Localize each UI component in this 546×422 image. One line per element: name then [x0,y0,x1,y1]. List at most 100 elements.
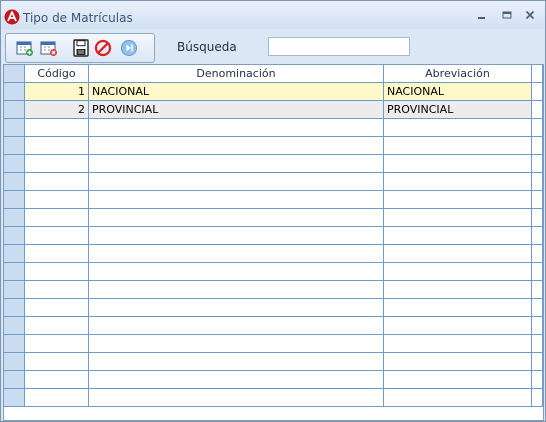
cell-abreviacion[interactable] [384,245,532,263]
cell-abreviacion[interactable] [384,353,532,371]
cell-codigo[interactable] [25,119,89,137]
cell-codigo[interactable]: 2 [25,101,89,119]
cell-abreviacion[interactable] [384,263,532,281]
cell-abreviacion[interactable] [384,119,532,137]
cell-denominacion[interactable] [89,263,384,281]
column-header-abreviacion[interactable]: Abreviación [384,65,532,83]
cell-denominacion[interactable] [89,335,384,353]
empty-table-row[interactable] [4,155,543,173]
cell-denominacion[interactable] [89,155,384,173]
row-indicator [4,335,25,353]
cell-codigo[interactable] [25,137,89,155]
exit-button[interactable] [120,39,138,57]
empty-table-row[interactable] [4,389,543,407]
row-filler [532,227,543,245]
header-filler [532,65,543,83]
delete-record-button[interactable] [40,39,58,57]
cell-codigo[interactable] [25,263,89,281]
cell-codigo[interactable] [25,335,89,353]
table-row[interactable]: 2 PROVINCIAL PROVINCIAL [4,101,543,119]
cell-abreviacion[interactable] [384,317,532,335]
row-filler [532,245,543,263]
search-input[interactable] [268,37,410,56]
cell-codigo[interactable] [25,227,89,245]
row-indicator [4,389,25,407]
row-filler [532,299,543,317]
column-header-codigo[interactable]: Código [25,65,89,83]
cell-denominacion[interactable] [89,371,384,389]
cell-denominacion[interactable] [89,209,384,227]
cell-abreviacion[interactable]: PROVINCIAL [384,101,532,119]
empty-table-row[interactable] [4,335,543,353]
cell-codigo[interactable] [25,317,89,335]
close-button[interactable] [519,7,541,25]
column-header-denominacion[interactable]: Denominación [89,65,384,83]
cell-codigo[interactable] [25,389,89,407]
cell-codigo[interactable]: 1 [25,83,89,101]
cell-denominacion[interactable] [89,317,384,335]
cell-codigo[interactable] [25,353,89,371]
cell-abreviacion[interactable] [384,335,532,353]
cell-abreviacion[interactable] [384,281,532,299]
cell-denominacion[interactable] [89,119,384,137]
empty-table-row[interactable] [4,245,543,263]
empty-table-row[interactable] [4,119,543,137]
cell-denominacion[interactable] [89,191,384,209]
cell-denominacion[interactable]: NACIONAL [89,83,384,101]
maximize-button[interactable] [496,7,518,25]
minimize-button[interactable] [471,7,493,25]
cell-denominacion[interactable] [89,299,384,317]
empty-table-row[interactable] [4,371,543,389]
row-indicator [4,245,25,263]
empty-table-row[interactable] [4,191,543,209]
row-indicator [4,299,25,317]
cell-codigo[interactable] [25,281,89,299]
empty-table-row[interactable] [4,317,543,335]
cell-denominacion[interactable] [89,389,384,407]
row-indicator [4,281,25,299]
empty-table-row[interactable] [4,353,543,371]
cancel-button[interactable] [94,39,112,57]
cell-codigo[interactable] [25,299,89,317]
title-bar[interactable]: Tipo de Matrículas [1,1,545,29]
row-filler [532,371,543,389]
cell-abreviacion[interactable] [384,209,532,227]
new-record-button[interactable] [16,39,34,57]
cell-denominacion[interactable] [89,245,384,263]
cell-codigo[interactable] [25,209,89,227]
cell-codigo[interactable] [25,245,89,263]
row-indicator [4,263,25,281]
cell-denominacion[interactable] [89,173,384,191]
cell-abreviacion[interactable] [384,173,532,191]
cell-denominacion[interactable] [89,353,384,371]
cell-denominacion[interactable] [89,227,384,245]
empty-table-row[interactable] [4,281,543,299]
cell-denominacion[interactable]: PROVINCIAL [89,101,384,119]
empty-table-row[interactable] [4,299,543,317]
save-button[interactable] [72,39,90,57]
table-row[interactable]: 1 NACIONAL NACIONAL [4,83,543,101]
search-label: Búsqueda [177,40,237,54]
cell-denominacion[interactable] [89,281,384,299]
cell-codigo[interactable] [25,155,89,173]
row-indicator [4,137,25,155]
cell-abreviacion[interactable] [384,191,532,209]
cell-abreviacion[interactable] [384,137,532,155]
cell-abreviacion[interactable] [384,299,532,317]
cell-abreviacion[interactable] [384,227,532,245]
empty-table-row[interactable] [4,263,543,281]
empty-table-row[interactable] [4,209,543,227]
cell-codigo[interactable] [25,191,89,209]
row-filler [532,119,543,137]
cell-abreviacion[interactable]: NACIONAL [384,83,532,101]
empty-table-row[interactable] [4,173,543,191]
cell-codigo[interactable] [25,371,89,389]
cell-denominacion[interactable] [89,137,384,155]
cell-codigo[interactable] [25,173,89,191]
cell-abreviacion[interactable] [384,389,532,407]
row-indicator [4,317,25,335]
cell-abreviacion[interactable] [384,371,532,389]
empty-table-row[interactable] [4,137,543,155]
empty-table-row[interactable] [4,227,543,245]
cell-abreviacion[interactable] [384,155,532,173]
